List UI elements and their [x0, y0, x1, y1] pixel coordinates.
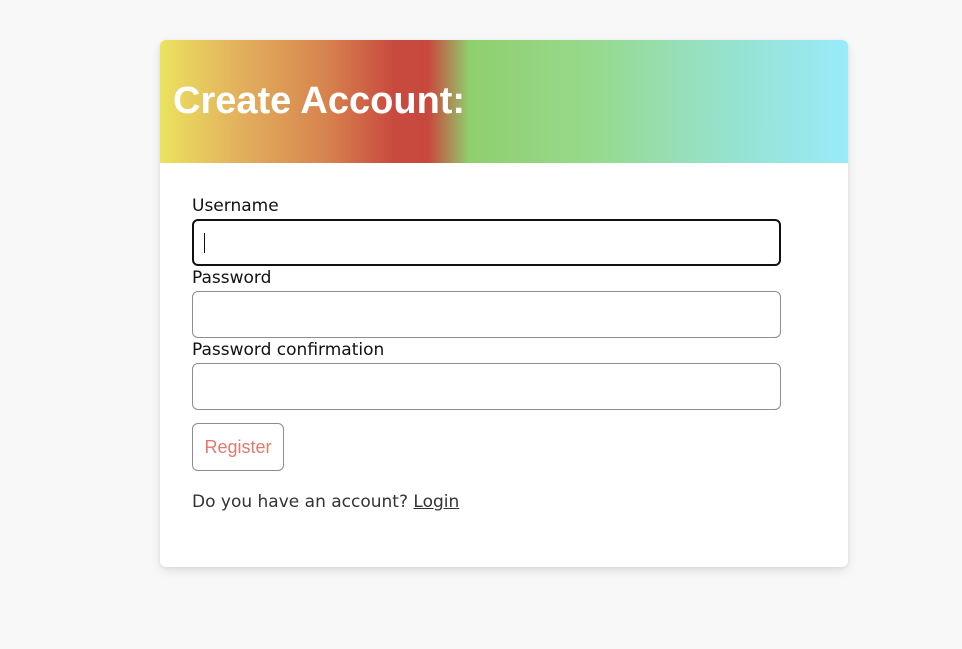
password-confirmation-input[interactable] [192, 363, 781, 410]
gradient-header: Create Account: [160, 40, 848, 163]
page-title: Create Account: [173, 80, 466, 122]
password-input[interactable] [192, 291, 781, 338]
login-link[interactable]: Login [413, 492, 459, 512]
login-prompt: Do you have an account? Login [192, 491, 459, 513]
text-caret [204, 233, 205, 253]
login-prompt-text: Do you have an account? [192, 492, 408, 512]
create-account-card: Create Account: Username Password Passwo… [160, 40, 848, 567]
register-button[interactable]: Register [192, 423, 284, 471]
password-label: Password [192, 268, 272, 288]
username-label: Username [192, 196, 279, 216]
username-input[interactable] [192, 219, 781, 266]
password-confirmation-label: Password confirmation [192, 340, 385, 360]
